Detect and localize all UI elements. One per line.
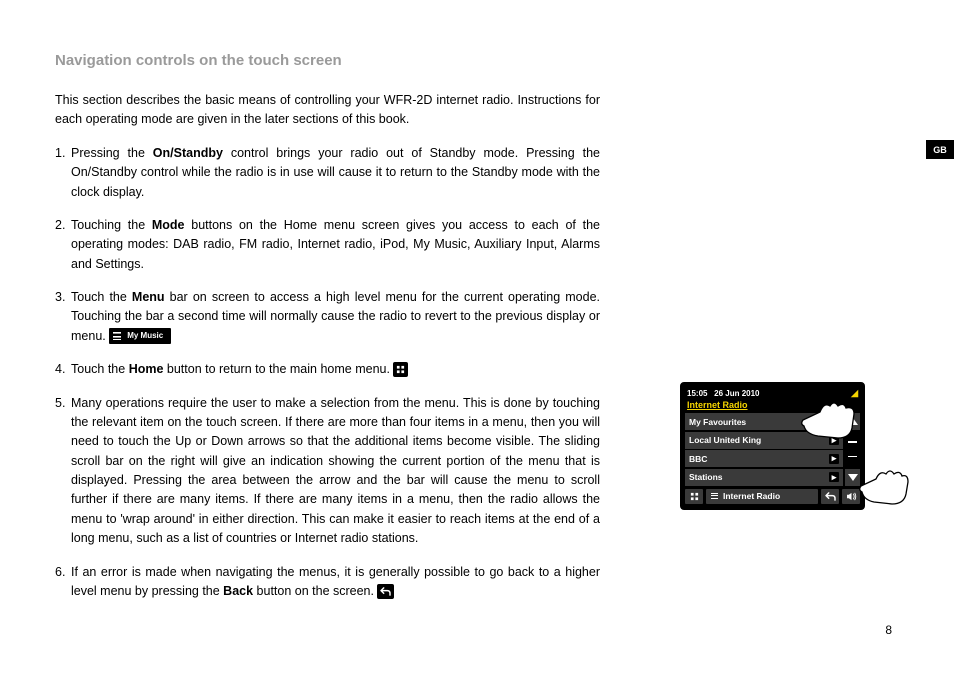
scroll-down-button[interactable] <box>845 469 860 486</box>
menu-item-label: My Favourites <box>689 417 746 427</box>
step-text-b: button to return to the main home menu. <box>163 362 393 376</box>
chevron-right-icon: ▸ <box>829 417 839 427</box>
step-number: 6. <box>55 563 65 582</box>
menu-item-label: BBC <box>689 454 707 464</box>
triangle-down-icon <box>848 474 858 481</box>
menu-bold: Menu <box>132 290 165 304</box>
menu-item-bbc[interactable]: BBC ▸ <box>685 450 843 467</box>
chip-label: My Music <box>127 330 163 342</box>
step-text: Many operations require the user to make… <box>71 396 600 546</box>
step-number: 5. <box>55 394 65 413</box>
step-number: 2. <box>55 216 65 235</box>
chevron-right-icon: ▸ <box>829 472 839 482</box>
bottom-back-button[interactable] <box>821 489 839 504</box>
chevron-right-icon: ▸ <box>829 454 839 464</box>
bottom-home-button[interactable] <box>685 489 703 504</box>
on-standby-bold: On/Standby <box>153 146 223 160</box>
back-bold: Back <box>223 584 253 598</box>
bottom-volume-button[interactable] <box>842 489 860 504</box>
menu-bars-icon <box>113 332 123 340</box>
menu-bars-icon <box>711 493 719 500</box>
step-text-a: Touching the <box>71 218 152 232</box>
step-text-a: Pressing the <box>71 146 153 160</box>
menu-item-label: Stations <box>689 472 723 482</box>
menu-item-label: Local United King <box>689 435 761 445</box>
screen-title: Internet Radio <box>685 399 860 413</box>
home-bold: Home <box>129 362 164 376</box>
triangle-up-icon <box>848 418 858 425</box>
menu-list: My Favourites ▸ Local United King ▸ BBC ▸ S… <box>685 413 843 486</box>
step-number: 1. <box>55 144 65 163</box>
menu-item-stations[interactable]: Stations ▸ <box>685 469 843 486</box>
menu-item-favourites[interactable]: My Favourites ▸ <box>685 413 843 430</box>
menu-item-local[interactable]: Local United King ▸ <box>685 432 843 449</box>
step-text-a: Touch the <box>71 362 129 376</box>
home-icon <box>393 362 408 377</box>
wifi-icon: ◢ <box>851 388 858 399</box>
step-3: 3. Touch the Menu bar on screen to acces… <box>55 288 600 346</box>
scroll-bar <box>845 413 860 486</box>
scroll-up-button[interactable] <box>845 413 860 430</box>
language-tab-gb: GB <box>926 140 954 159</box>
bottom-mode-label: Internet Radio <box>723 491 780 501</box>
step-text-b: button on the screen. <box>253 584 377 598</box>
instruction-list: 1. Pressing the On/Standby control bring… <box>55 144 600 602</box>
bottom-bar: Internet Radio <box>685 488 860 505</box>
my-music-chip: My Music <box>109 328 171 344</box>
bottom-mode-button[interactable]: Internet Radio <box>706 489 818 504</box>
clock-time: 15:05 <box>687 389 707 398</box>
status-bar: 15:05 26 Jun 2010 ◢ <box>685 387 860 399</box>
step-number: 3. <box>55 288 65 307</box>
step-4: 4. Touch the Home button to return to th… <box>55 360 600 379</box>
intro-paragraph: This section describes the basic means o… <box>55 91 600 130</box>
device-illustration: 15:05 26 Jun 2010 ◢ Internet Radio My Fa… <box>680 382 910 510</box>
page-heading: Navigation controls on the touch screen <box>55 52 899 69</box>
scroll-track[interactable] <box>845 432 860 468</box>
step-5: 5. Many operations require the user to m… <box>55 394 600 549</box>
clock-date: 26 Jun 2010 <box>714 389 759 398</box>
step-2: 2. Touching the Mode buttons on the Home… <box>55 216 600 274</box>
step-number: 4. <box>55 360 65 379</box>
chevron-right-icon: ▸ <box>829 435 839 445</box>
pointing-hand-icon <box>858 466 913 508</box>
step-text-a: Touch the <box>71 290 132 304</box>
page-number: 8 <box>885 623 892 637</box>
back-icon <box>377 584 394 599</box>
step-1: 1. Pressing the On/Standby control bring… <box>55 144 600 202</box>
mode-bold: Mode <box>152 218 185 232</box>
device-screen: 15:05 26 Jun 2010 ◢ Internet Radio My Fa… <box>680 382 865 510</box>
step-6: 6. If an error is made when navigating t… <box>55 563 600 602</box>
